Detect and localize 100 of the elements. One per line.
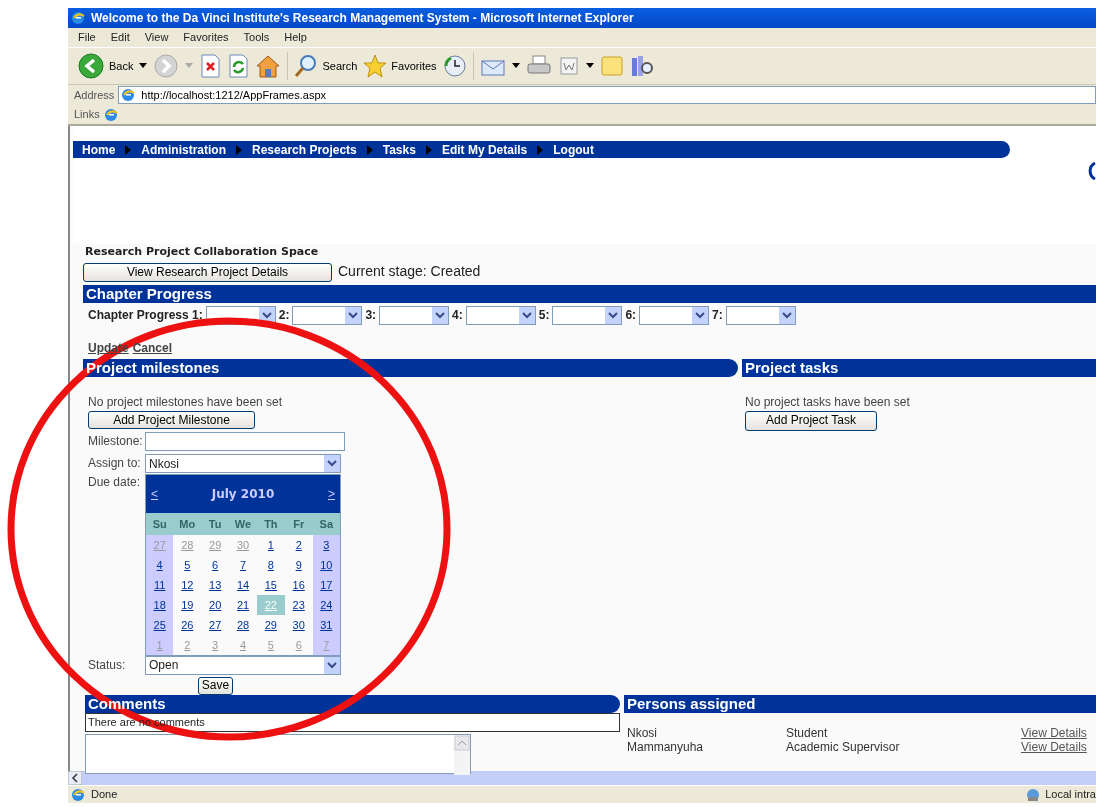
- menu-item[interactable]: Tools: [242, 29, 271, 46]
- calendar-day[interactable]: 15: [264, 578, 277, 591]
- scroll-left-icon[interactable]: [68, 771, 82, 785]
- home-icon[interactable]: [255, 54, 282, 78]
- menu-item[interactable]: Favorites: [182, 29, 230, 46]
- chapter-select[interactable]: [552, 305, 623, 325]
- weekday-header: Th: [256, 513, 285, 535]
- nav-link[interactable]: Administration: [141, 140, 226, 159]
- chevron-down-icon: [324, 455, 340, 472]
- window-title: Welcome to the Da Vinci Institute's Research Management System - Microsoft Internet Explorer: [91, 10, 634, 27]
- caret-icon[interactable]: [585, 63, 594, 69]
- arrow-right-icon: [425, 144, 432, 155]
- scroll-up-icon[interactable]: [454, 734, 470, 775]
- chapter-select[interactable]: [465, 305, 536, 325]
- calendar-day[interactable]: 30: [292, 618, 305, 631]
- calendar-day[interactable]: 5: [184, 558, 191, 571]
- calendar-day[interactable]: 13: [209, 578, 222, 591]
- nav-link[interactable]: Logout: [553, 140, 594, 159]
- assign-select[interactable]: Nkosi: [145, 454, 341, 473]
- person-name: Mammanyuha: [627, 740, 705, 754]
- calendar-day[interactable]: 3: [323, 538, 330, 551]
- save-button[interactable]: Save: [198, 676, 233, 695]
- add-task-button[interactable]: Add Project Task: [745, 410, 877, 431]
- field-label: Status:: [88, 656, 127, 674]
- nav-link[interactable]: Home: [82, 140, 116, 159]
- person-role: Student: [786, 726, 829, 740]
- address-field[interactable]: http://localhost:1212/AppFrames.aspx: [118, 86, 1096, 104]
- add-milestone-button[interactable]: Add Project Milestone: [88, 411, 255, 429]
- view-details-button[interactable]: View Research Project Details: [83, 262, 332, 282]
- menu-item[interactable]: Edit: [109, 29, 131, 46]
- calendar-day[interactable]: 2: [295, 538, 302, 551]
- arrow-right-icon: [537, 144, 544, 155]
- milestone-input[interactable]: [145, 432, 345, 451]
- link-icon[interactable]: [103, 106, 120, 123]
- cancel-link[interactable]: Cancel: [132, 338, 173, 357]
- calendar-day[interactable]: 1: [267, 538, 274, 551]
- stage-text: Current stage: Created: [338, 261, 481, 281]
- chevron-down-icon: [778, 306, 795, 324]
- menu-item[interactable]: Help: [283, 29, 308, 46]
- field-label: Due date:: [88, 474, 142, 491]
- chapter-select[interactable]: [639, 305, 710, 325]
- empty-text: There are no comments: [88, 716, 205, 728]
- field-label: 4:: [452, 307, 463, 324]
- calendar-day[interactable]: 12: [181, 578, 194, 591]
- calendar-day[interactable]: 23: [292, 598, 305, 611]
- field-label: 3:: [365, 307, 377, 324]
- nav-link[interactable]: Research Projects: [252, 140, 357, 159]
- chapter-select[interactable]: [725, 305, 796, 325]
- history-icon[interactable]: [442, 54, 467, 78]
- previous-month-link[interactable]: <: [151, 485, 158, 503]
- back-button[interactable]: Back: [77, 52, 134, 80]
- calendar-day[interactable]: 8: [267, 558, 274, 571]
- view-details-link[interactable]: View Details: [1021, 726, 1087, 740]
- calendar-day[interactable]: 21: [236, 598, 250, 611]
- calendar-day[interactable]: 28: [236, 618, 250, 631]
- field-label: Milestone:: [88, 433, 144, 450]
- comment-textarea[interactable]: [85, 733, 471, 774]
- books-icon[interactable]: [629, 54, 654, 78]
- weekday-header: Fr: [284, 513, 313, 535]
- search-button[interactable]: Search: [294, 54, 358, 78]
- calendar-day[interactable]: 27: [209, 618, 222, 631]
- calendar-day[interactable]: 7: [239, 558, 247, 571]
- calendar-day[interactable]: 14: [236, 578, 250, 591]
- next-month-link[interactable]: >: [328, 485, 335, 503]
- note-icon[interactable]: [599, 54, 624, 78]
- arrow-right-icon: [236, 144, 242, 155]
- chapter-select[interactable]: [292, 305, 363, 325]
- field-label: 2:: [278, 307, 290, 324]
- weekday-header: Sa: [312, 513, 341, 535]
- chevron-down-icon: [432, 306, 449, 324]
- menu-item[interactable]: File: [77, 29, 97, 46]
- weekday-header: Su: [145, 513, 174, 535]
- document-icon[interactable]: [557, 55, 580, 77]
- weekday-header: We: [229, 513, 257, 535]
- calendar-day[interactable]: 26: [181, 618, 194, 631]
- nav-link[interactable]: Tasks: [382, 140, 416, 159]
- menu-item[interactable]: View: [143, 29, 170, 46]
- stop-icon[interactable]: [199, 54, 222, 78]
- calendar-day[interactable]: 16: [292, 578, 305, 591]
- forward-icon[interactable]: [153, 53, 180, 79]
- view-details-link[interactable]: View Details: [1021, 740, 1087, 754]
- weekday-header: Tu: [201, 513, 230, 535]
- chapter-select[interactable]: [379, 305, 450, 325]
- page-heading: Research Project Collaboration Space: [85, 244, 320, 260]
- calendar-day[interactable]: 19: [181, 598, 194, 611]
- calendar-day[interactable]: 9: [295, 558, 302, 571]
- caret-icon[interactable]: [511, 63, 520, 69]
- zone-text: Local intra: [1045, 787, 1096, 803]
- calendar-day[interactable]: 4: [156, 558, 163, 571]
- weekday-header: Mo: [173, 513, 202, 535]
- chevron-down-icon: [324, 656, 340, 674]
- favorites-button[interactable]: Favorites: [363, 54, 437, 78]
- refresh-icon[interactable]: [227, 54, 250, 78]
- caret-icon[interactable]: [139, 63, 148, 69]
- calendar-day[interactable]: 20: [209, 598, 222, 611]
- calendar-day[interactable]: 29: [264, 618, 277, 631]
- chevron-down-icon: [692, 306, 709, 324]
- calendar-day[interactable]: 6: [212, 558, 219, 571]
- field-label: 7:: [712, 307, 723, 324]
- nav-link[interactable]: Edit My Details: [441, 140, 528, 159]
